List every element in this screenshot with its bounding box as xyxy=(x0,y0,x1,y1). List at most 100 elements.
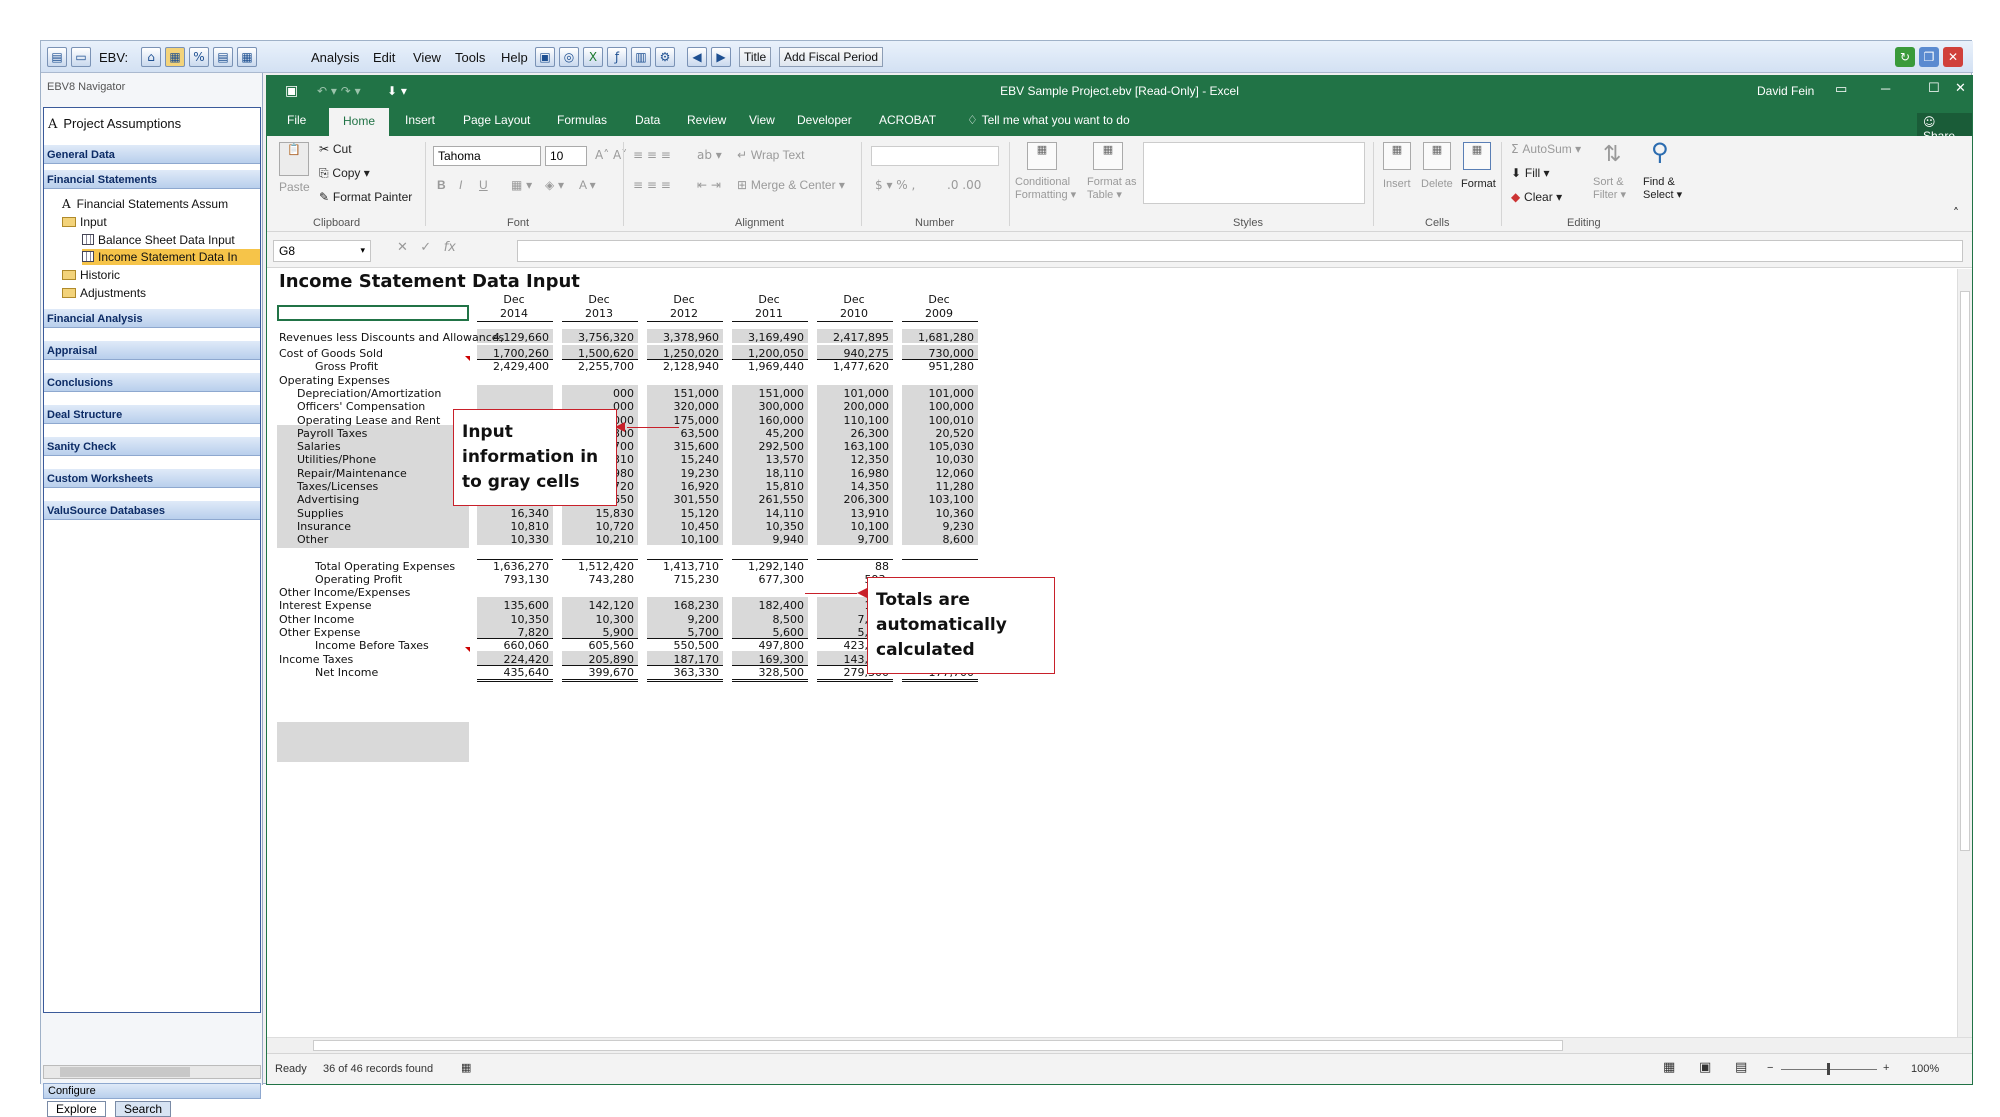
table-cell[interactable]: 101,000 xyxy=(819,387,890,400)
tab-explore[interactable]: Explore xyxy=(47,1101,106,1117)
tab-page-layout[interactable]: Page Layout xyxy=(463,113,530,127)
comment-indicator[interactable] xyxy=(465,356,470,361)
table-cell[interactable]: 168,230 xyxy=(649,599,720,612)
table-cell[interactable]: 16,980 xyxy=(819,467,890,480)
fill-button[interactable]: ⬇ Fill ▾ xyxy=(1511,166,1550,180)
refresh-icon[interactable]: ↻ xyxy=(1895,47,1915,67)
print-icon[interactable]: ▥ xyxy=(631,47,651,67)
formula-buttons[interactable]: ✕ ✓ fx xyxy=(397,240,485,262)
table-cell[interactable]: 1,250,020 xyxy=(649,347,719,360)
user-name[interactable]: David Fein xyxy=(1757,84,1814,98)
table-cell[interactable]: 730,000 xyxy=(904,347,975,360)
insert-cells-icon[interactable]: ▦ xyxy=(1383,142,1411,170)
tab-search[interactable]: Search xyxy=(115,1101,172,1117)
table-cell[interactable]: 3,169,490 xyxy=(734,331,804,344)
number-format-select[interactable] xyxy=(871,146,999,166)
table-cell[interactable]: 320,000 xyxy=(649,400,720,413)
table-cell[interactable]: 2,417,895 xyxy=(819,331,889,344)
add-fiscal-period-button[interactable]: Add Fiscal Period xyxy=(779,47,884,67)
back-arrow-icon[interactable]: ◀ xyxy=(687,47,707,67)
table-cell[interactable]: 261,550 xyxy=(734,493,805,506)
fill-color-icon[interactable]: ◈ ▾ xyxy=(545,178,564,192)
italic-button[interactable]: I xyxy=(459,178,462,192)
table-cell[interactable]: 12,060 xyxy=(904,467,975,480)
section-financial-statements[interactable]: Financial Statements xyxy=(44,169,260,189)
zoom-slider-thumb[interactable] xyxy=(1827,1063,1830,1075)
table-cell[interactable]: 206,300 xyxy=(819,493,890,506)
table-cell[interactable]: 18,110 xyxy=(734,467,805,480)
section-sanity-check[interactable]: Sanity Check xyxy=(44,436,260,456)
menu-edit[interactable]: Edit xyxy=(373,50,395,65)
tab-formulas[interactable]: Formulas xyxy=(557,113,607,127)
menu-help[interactable]: Help xyxy=(501,50,528,65)
insert-cells-button[interactable]: Insert xyxy=(1383,178,1411,190)
underline-button[interactable]: U xyxy=(479,178,488,192)
sort-filter-button[interactable]: Sort & Filter ▾ xyxy=(1593,176,1626,201)
table-cell[interactable]: 169,300 xyxy=(734,653,805,666)
table-cell[interactable]: 301,550 xyxy=(649,493,720,506)
delete-cells-button[interactable]: Delete xyxy=(1421,178,1453,190)
open-project-icon[interactable]: ▤ xyxy=(47,47,67,67)
maximize-icon[interactable]: ☐ xyxy=(1928,81,1940,96)
table-cell[interactable]: 5,600 xyxy=(734,626,805,639)
spreadsheet-icon[interactable]: ▦ xyxy=(165,47,185,67)
indent-icons[interactable]: ⇤ ⇥ xyxy=(697,178,721,192)
wrap-text-button[interactable]: ↵ Wrap Text xyxy=(737,148,804,162)
project-assumptions-item[interactable]: A Project Assumptions xyxy=(48,116,181,132)
table-cell[interactable]: 14,350 xyxy=(819,480,890,493)
table-cell[interactable]: 3,756,320 xyxy=(564,331,634,344)
home-icon[interactable]: ⌂ xyxy=(141,47,161,67)
section-deal-structure[interactable]: Deal Structure xyxy=(44,404,260,424)
nav-income-statement[interactable]: Income Statement Data In xyxy=(82,249,260,265)
currency-percent-comma-icons[interactable]: $ ▾ % , xyxy=(875,178,915,192)
table-cell[interactable]: 110,100 xyxy=(819,414,890,427)
table-cell[interactable]: 151,000 xyxy=(649,387,720,400)
table-cell[interactable]: 15,810 xyxy=(734,480,805,493)
table-cell[interactable]: 1,200,050 xyxy=(734,347,804,360)
table-cell[interactable]: 9,230 xyxy=(904,520,975,533)
name-box[interactable]: G8 ▾ xyxy=(273,240,371,262)
menu-analysis[interactable]: Analysis xyxy=(311,50,359,65)
window-icon[interactable]: ▭ xyxy=(71,47,91,67)
table-cell[interactable]: 13,910 xyxy=(819,507,890,520)
table-cell[interactable]: 100,010 xyxy=(904,414,975,427)
table-cell[interactable]: 11,280 xyxy=(904,480,975,493)
table-cell[interactable]: 103,100 xyxy=(904,493,975,506)
table-cell[interactable]: 160,000 xyxy=(734,414,805,427)
table-cell[interactable]: 175,000 xyxy=(649,414,720,427)
table-cell[interactable]: 100,000 xyxy=(904,400,975,413)
table-cell[interactable]: 26,300 xyxy=(819,427,890,440)
view-normal-icon[interactable]: ▦ xyxy=(1663,1060,1675,1075)
close-icon[interactable]: ✕ xyxy=(1955,81,1966,96)
report-icon[interactable]: ▤ xyxy=(213,47,233,67)
table-cell[interactable]: 205,890 xyxy=(564,653,635,666)
scroll-thumb[interactable] xyxy=(1960,291,1970,851)
nav-balance-sheet[interactable]: Balance Sheet Data Input xyxy=(82,232,235,248)
section-custom-worksheets[interactable]: Custom Worksheets xyxy=(44,468,260,488)
paste-icon[interactable]: 📋 xyxy=(279,142,309,176)
macro-recording-icon[interactable]: ▦ xyxy=(461,1061,471,1074)
table-cell[interactable]: 15,830 xyxy=(564,507,635,520)
tab-view[interactable]: View xyxy=(749,113,775,127)
cut-button[interactable]: ✂ Cut xyxy=(319,142,352,156)
horizontal-align-icons[interactable]: ≡ ≡ ≡ xyxy=(633,178,671,192)
table-cell[interactable]: 8,600 xyxy=(904,533,975,546)
view-page-break-icon[interactable]: ▤ xyxy=(1735,1060,1747,1075)
nav-historic-folder[interactable]: Historic xyxy=(62,267,120,283)
selected-cell-g8[interactable] xyxy=(277,305,469,321)
bold-button[interactable]: B xyxy=(437,178,446,192)
tab-review[interactable]: Review xyxy=(687,113,726,127)
table-cell[interactable]: 10,720 xyxy=(564,520,635,533)
refresh-globe-icon[interactable]: ◎ xyxy=(559,47,579,67)
table-cell[interactable]: 1,681,280 xyxy=(904,331,974,344)
table-cell[interactable]: 135,600 xyxy=(479,599,550,612)
table-cell[interactable]: 10,100 xyxy=(649,533,720,546)
table-cell[interactable]: 10,210 xyxy=(564,533,635,546)
section-conclusions[interactable]: Conclusions xyxy=(44,372,260,392)
settings-icon[interactable]: ⚙ xyxy=(655,47,675,67)
orientation-icon[interactable]: ab ▾ xyxy=(697,148,722,162)
table-cell[interactable]: 10,350 xyxy=(734,520,805,533)
scroll-thumb[interactable] xyxy=(313,1040,1563,1051)
close-icon[interactable]: ✕ xyxy=(1943,47,1963,67)
section-valusource-databases[interactable]: ValuSource Databases xyxy=(44,500,260,520)
